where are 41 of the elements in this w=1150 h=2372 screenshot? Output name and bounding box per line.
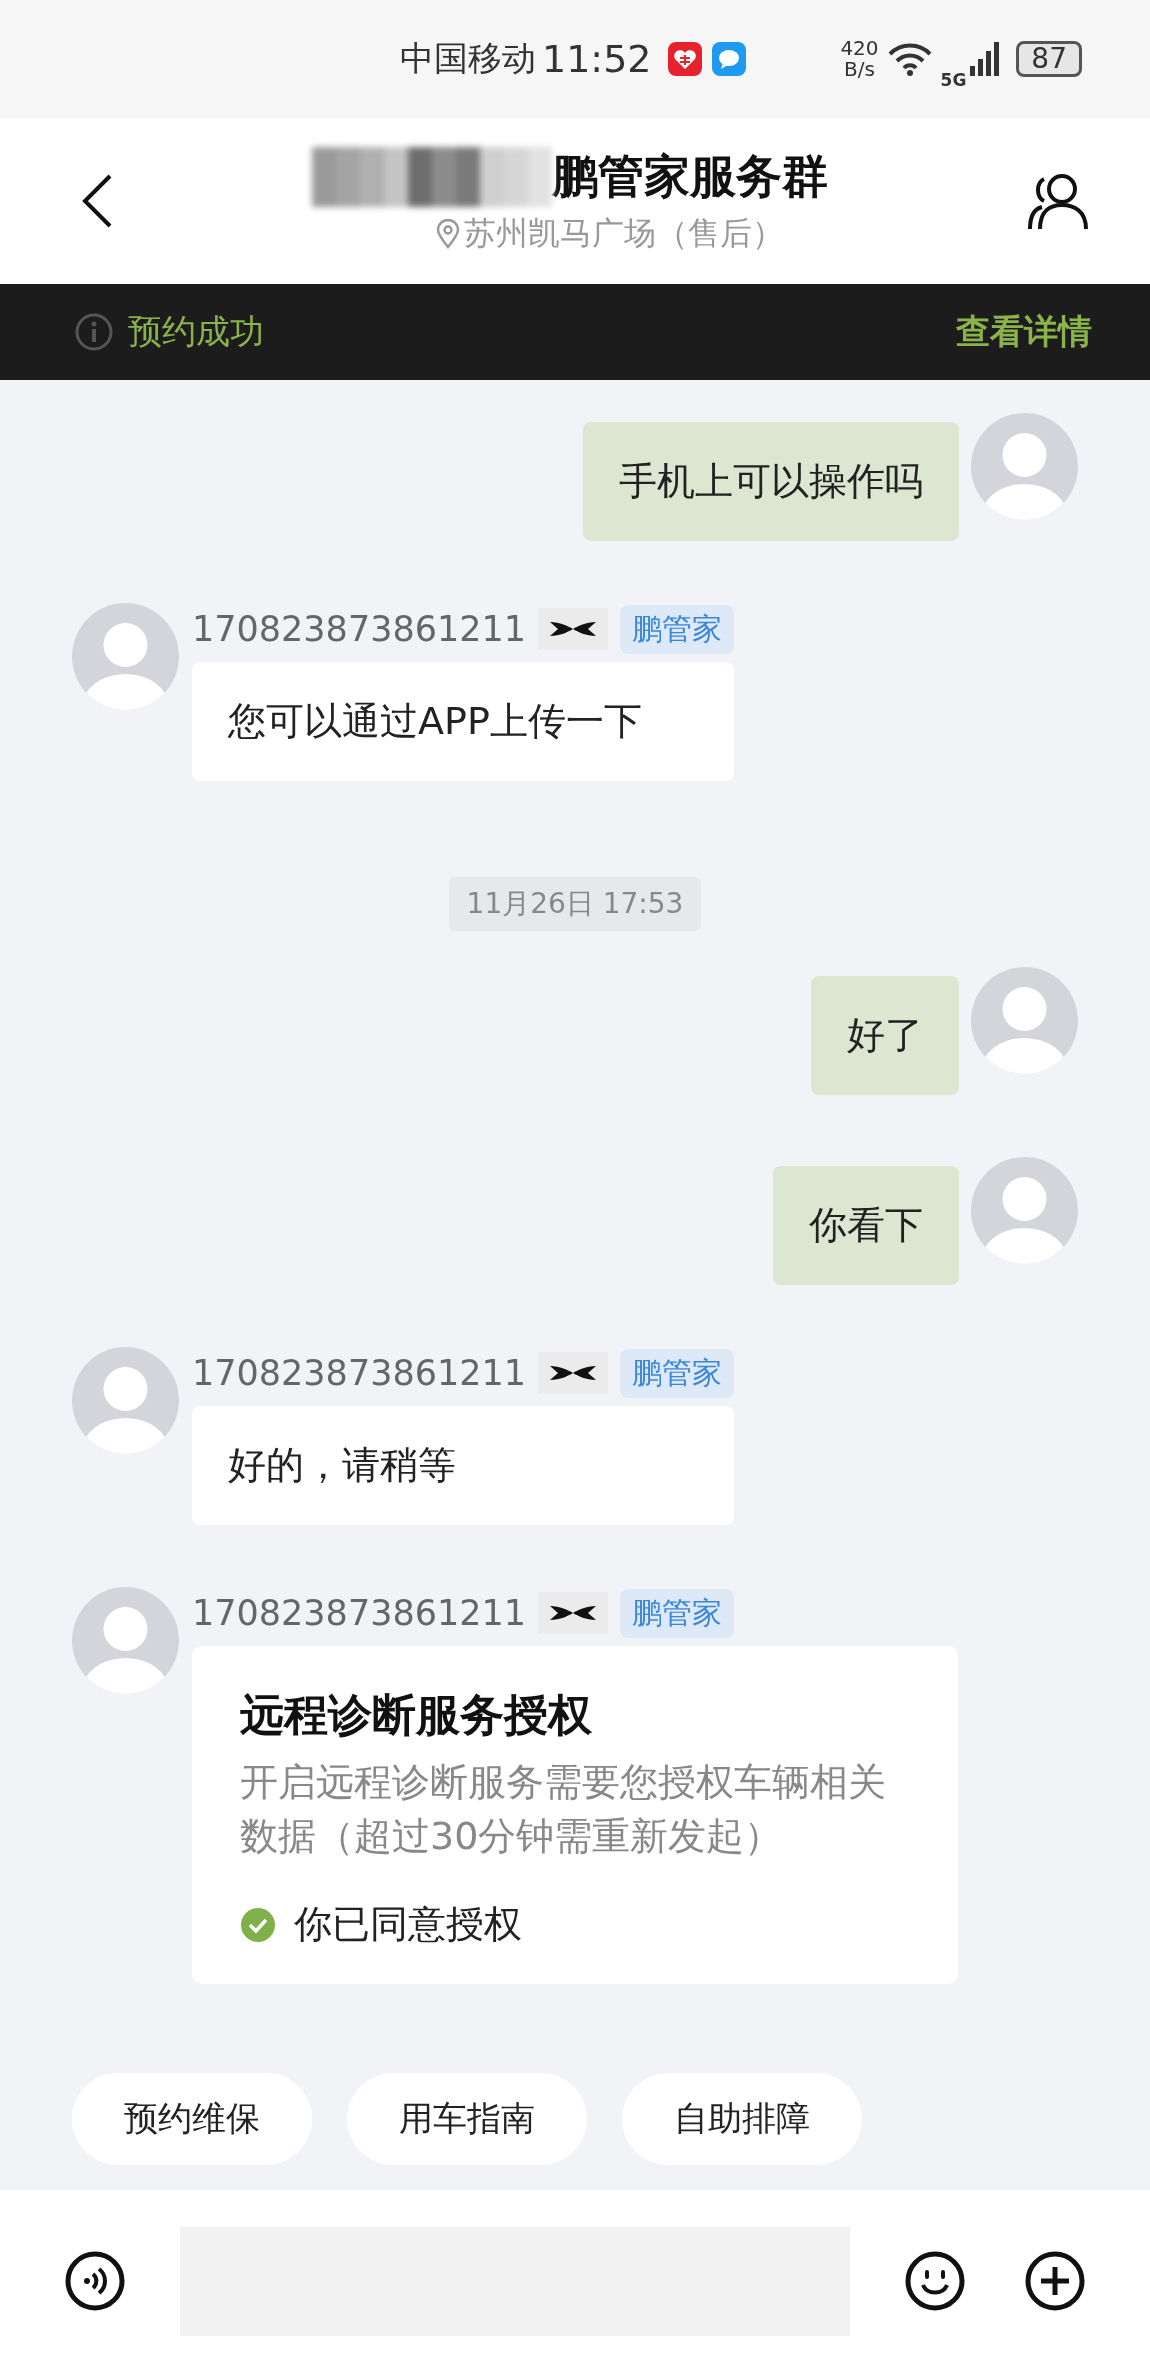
network-type: 5G (940, 70, 967, 90)
logo-icon (538, 1352, 609, 1394)
back-icon[interactable] (80, 173, 114, 229)
signal-icon (970, 42, 1001, 76)
quick-reply-button[interactable]: 用车指南 (347, 2073, 587, 2165)
add-icon[interactable] (1025, 2251, 1085, 2311)
received-message: 您可以通过APP上传一下 (192, 662, 735, 781)
role-tag: 鹏管家 (620, 604, 735, 654)
message-app-icon (711, 42, 746, 76)
carrier-name: 中国移动 (400, 37, 536, 80)
store-location: 苏州凯马广场（售后） (464, 213, 784, 254)
sender-name: 170823873861211 (192, 1353, 527, 1393)
sender-name: 170823873861211 (192, 1593, 527, 1633)
quick-reply-button[interactable]: 预约维保 (72, 2073, 312, 2165)
authorization-status: 你已同意授权 (294, 1901, 522, 1948)
emoji-icon[interactable] (905, 2251, 965, 2311)
wifi-icon (886, 42, 933, 76)
sent-message: 好了 (811, 976, 959, 1095)
info-icon (74, 312, 114, 352)
logo-icon (538, 1592, 609, 1634)
sender-name: 170823873861211 (192, 609, 527, 649)
sent-message: 手机上可以操作吗 (583, 422, 959, 541)
voice-icon[interactable] (65, 2251, 125, 2311)
location-pin-icon (436, 219, 460, 249)
card-description: 开启远程诊断服务需要您授权车辆相关数据（超过30分钟需重新发起） (240, 1759, 887, 1860)
net-speed-value: 420 (840, 38, 879, 59)
heart-app-icon (667, 42, 702, 76)
battery-indicator: 87 (1016, 41, 1082, 77)
quick-reply-button[interactable]: 自助排障 (622, 2073, 862, 2165)
group-title: 鹏管家服务群 (552, 148, 828, 205)
timestamp: 11月26日 17:53 (448, 877, 702, 931)
sent-message: 你看下 (773, 1166, 959, 1285)
card-title: 远程诊断服务授权 (240, 1688, 593, 1742)
notice-text: 预约成功 (128, 310, 264, 353)
role-tag: 鹏管家 (620, 1588, 735, 1638)
logo-icon (538, 608, 609, 650)
net-speed-unit: B/s (844, 59, 875, 80)
received-message: 好的，请稍等 (192, 1406, 735, 1525)
role-tag: 鹏管家 (620, 1348, 735, 1398)
clock-time: 11:52 (542, 37, 652, 81)
view-details-link[interactable]: 查看详情 (956, 309, 1092, 355)
